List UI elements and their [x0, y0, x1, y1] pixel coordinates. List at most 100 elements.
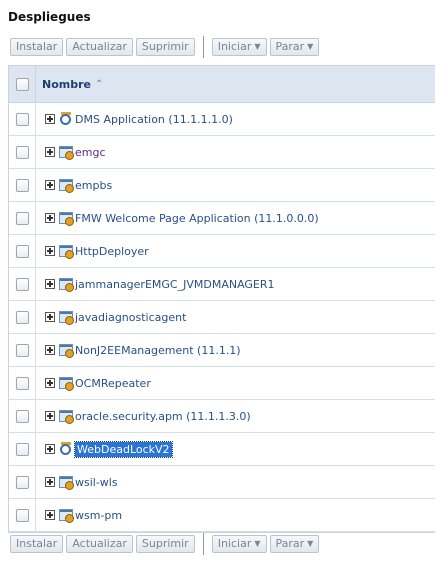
table-row[interactable]: wsil-wls: [9, 466, 435, 499]
delete-button[interactable]: Suprimir: [135, 535, 195, 553]
row-select-cell: [9, 301, 36, 333]
row-select-cell: [9, 235, 36, 267]
row-checkbox[interactable]: [15, 409, 29, 423]
name-column-header[interactable]: Nombre ⌃: [36, 78, 103, 91]
web-module-icon: [59, 277, 74, 292]
expand-icon[interactable]: [45, 147, 55, 157]
name-cell: emgc: [36, 136, 106, 168]
toolbar-separator: [202, 36, 204, 58]
deployment-app-icon: [59, 112, 73, 126]
name-cell: FMW Welcome Page Application (11.1.0.0.0…: [36, 202, 319, 234]
start-menu-button[interactable]: Iniciar ▼: [211, 38, 267, 56]
start-menu-button[interactable]: Iniciar ▼: [211, 535, 267, 553]
deployment-name-link[interactable]: wsil-wls: [75, 476, 118, 489]
row-checkbox[interactable]: [15, 145, 29, 159]
web-module-icon: [59, 409, 74, 424]
expand-icon[interactable]: [45, 114, 55, 124]
table-row[interactable]: WebDeadLockV2: [9, 433, 435, 466]
deployment-name-link[interactable]: wsm-pm: [75, 509, 122, 522]
name-cell: WebDeadLockV2: [36, 433, 173, 465]
expand-icon[interactable]: [45, 180, 55, 190]
web-module-icon: [59, 310, 74, 325]
deployment-name-link[interactable]: FMW Welcome Page Application (11.1.0.0.0…: [75, 212, 319, 225]
deployments-table: Nombre ⌃ DMS Application (11.1.1.1.0) emg…: [8, 65, 435, 533]
table-row[interactable]: OCMRepeater: [9, 367, 435, 400]
deployment-name-link[interactable]: jammanagerEMGC_JVMDMANAGER1: [75, 278, 275, 291]
table-row[interactable]: HttpDeployer: [9, 235, 435, 268]
name-cell: HttpDeployer: [36, 235, 149, 267]
row-checkbox[interactable]: [15, 244, 29, 258]
row-checkbox[interactable]: [15, 376, 29, 390]
start-menu-label: Iniciar: [217, 537, 252, 550]
table-row[interactable]: NonJ2EEManagement (11.1.1): [9, 334, 435, 367]
deployment-name-link[interactable]: oracle.security.apm (11.1.1.3.0): [75, 410, 251, 423]
table-row[interactable]: oracle.security.apm (11.1.1.3.0): [9, 400, 435, 433]
delete-button[interactable]: Suprimir: [135, 38, 195, 56]
row-checkbox[interactable]: [15, 343, 29, 357]
expand-icon[interactable]: [45, 246, 55, 256]
web-module-icon: [59, 211, 74, 226]
web-module-icon: [59, 475, 74, 490]
chevron-down-icon: ▼: [254, 42, 261, 51]
install-button[interactable]: Instalar: [10, 535, 64, 553]
row-checkbox[interactable]: [15, 442, 29, 456]
table-row[interactable]: DMS Application (11.1.1.1.0): [9, 103, 435, 136]
table-body: DMS Application (11.1.1.1.0) emgc empbs FMW…: [9, 103, 435, 532]
chevron-down-icon: ▼: [307, 42, 314, 51]
toolbar-bottom: Instalar Actualizar Suprimir Iniciar ▼ Pa…: [10, 533, 320, 555]
expand-icon[interactable]: [45, 510, 55, 520]
row-checkbox[interactable]: [15, 508, 29, 522]
table-row[interactable]: emgc: [9, 136, 435, 169]
row-select-cell: [9, 103, 36, 135]
web-module-icon: [59, 508, 74, 523]
chevron-down-icon: ▼: [307, 539, 314, 548]
name-cell: oracle.security.apm (11.1.1.3.0): [36, 400, 251, 432]
table-row[interactable]: empbs: [9, 169, 435, 202]
expand-icon[interactable]: [45, 345, 55, 355]
deployment-name-link[interactable]: WebDeadLockV2: [74, 440, 173, 458]
expand-icon[interactable]: [45, 477, 55, 487]
row-select-cell: [9, 433, 36, 465]
update-button[interactable]: Actualizar: [66, 38, 133, 56]
deployment-name-link[interactable]: empbs: [75, 179, 112, 192]
stop-menu-button[interactable]: Parar ▼: [269, 535, 320, 553]
row-select-cell: [9, 334, 36, 366]
deployment-name-link[interactable]: NonJ2EEManagement (11.1.1): [75, 344, 241, 357]
table-row[interactable]: jammanagerEMGC_JVMDMANAGER1: [9, 268, 435, 301]
row-select-cell: [9, 136, 36, 168]
page-title: Despliegues: [8, 10, 91, 24]
row-checkbox[interactable]: [15, 211, 29, 225]
update-button[interactable]: Actualizar: [66, 535, 133, 553]
row-checkbox[interactable]: [15, 112, 29, 126]
name-cell: wsil-wls: [36, 466, 118, 498]
deployment-name-link[interactable]: HttpDeployer: [75, 245, 149, 258]
row-checkbox[interactable]: [15, 178, 29, 192]
name-cell: DMS Application (11.1.1.1.0): [36, 103, 233, 135]
sort-ascending-icon[interactable]: ⌃: [95, 79, 103, 90]
web-module-icon: [59, 376, 74, 391]
deployment-name-link[interactable]: OCMRepeater: [75, 377, 151, 390]
expand-icon[interactable]: [45, 213, 55, 223]
expand-icon[interactable]: [45, 312, 55, 322]
install-button[interactable]: Instalar: [10, 38, 64, 56]
expand-icon[interactable]: [45, 378, 55, 388]
web-module-icon: [59, 244, 74, 259]
row-checkbox[interactable]: [15, 277, 29, 291]
row-checkbox[interactable]: [15, 310, 29, 324]
table-row[interactable]: FMW Welcome Page Application (11.1.0.0.0…: [9, 202, 435, 235]
table-row[interactable]: wsm-pm: [9, 499, 435, 532]
table-header: Nombre ⌃: [9, 66, 435, 103]
name-cell: jammanagerEMGC_JVMDMANAGER1: [36, 268, 275, 300]
row-select-cell: [9, 367, 36, 399]
table-row[interactable]: javadiagnosticagent: [9, 301, 435, 334]
deployment-name-link[interactable]: emgc: [75, 146, 106, 159]
expand-icon[interactable]: [45, 444, 55, 454]
deployment-name-link[interactable]: DMS Application (11.1.1.1.0): [75, 113, 233, 126]
row-checkbox[interactable]: [15, 475, 29, 489]
select-all-checkbox[interactable]: [15, 77, 29, 91]
expand-icon[interactable]: [45, 279, 55, 289]
name-cell: empbs: [36, 169, 112, 201]
stop-menu-button[interactable]: Parar ▼: [269, 38, 320, 56]
expand-icon[interactable]: [45, 411, 55, 421]
deployment-name-link[interactable]: javadiagnosticagent: [75, 311, 186, 324]
